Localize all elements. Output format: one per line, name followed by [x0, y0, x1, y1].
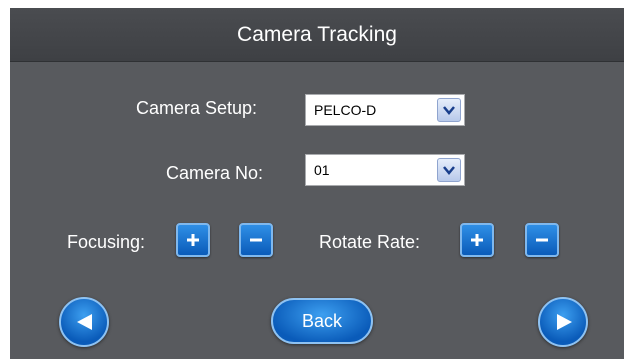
camera-tracking-panel: Camera Tracking Camera Setup: PELCO-D Ca… [10, 8, 624, 359]
plus-icon [471, 234, 483, 246]
rotate-rate-minus-button[interactable] [525, 223, 559, 257]
next-button[interactable] [538, 297, 588, 347]
arrow-right-icon [557, 314, 572, 330]
minus-icon [250, 238, 262, 242]
page-title: Camera Tracking [237, 23, 397, 46]
camera-setup-label: Camera Setup: [136, 98, 258, 118]
minus-icon [536, 238, 548, 242]
camera-setup-select[interactable]: PELCO-D [305, 94, 465, 126]
focusing-plus-button[interactable] [176, 223, 210, 257]
camera-no-select[interactable]: 01 [305, 154, 465, 186]
rotate-rate-label: Rotate Rate: [319, 232, 421, 252]
previous-button[interactable] [59, 297, 109, 347]
focusing-label: Focusing: [67, 232, 146, 252]
back-button[interactable]: Back [271, 298, 373, 344]
chevron-down-icon[interactable] [437, 158, 461, 182]
chevron-down-icon[interactable] [437, 98, 461, 122]
camera-no-value: 01 [314, 162, 330, 178]
focusing-minus-button[interactable] [239, 223, 273, 257]
camera-setup-value: PELCO-D [314, 102, 377, 118]
camera-no-label: Camera No: [166, 163, 264, 183]
arrow-left-icon [77, 314, 92, 330]
rotate-rate-plus-button[interactable] [460, 223, 494, 257]
plus-icon [187, 234, 199, 246]
header-bar: Camera Tracking [10, 8, 624, 62]
